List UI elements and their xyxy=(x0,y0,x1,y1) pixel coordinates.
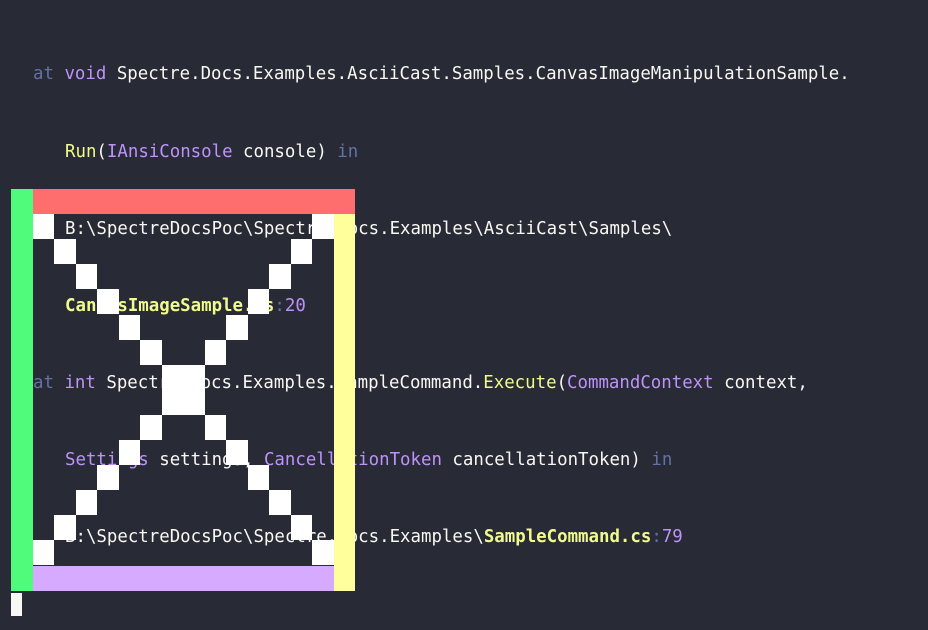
canvas-diagonal-pixel xyxy=(269,490,291,516)
canvas-diagonal-pixel xyxy=(204,414,226,440)
open-paren: ( xyxy=(556,372,568,393)
close-paren: ) xyxy=(316,141,327,162)
param-name: context, xyxy=(713,372,808,393)
canvas-diagonal-pixel xyxy=(97,465,119,491)
param-type: IAnsiConsole xyxy=(106,141,233,162)
canvas-diagonal-pixel xyxy=(54,239,76,265)
at-keyword: at xyxy=(33,64,54,85)
canvas-bottom-border xyxy=(32,565,334,591)
canvas-top-border xyxy=(32,189,355,215)
canvas-diagonal-pixel xyxy=(226,440,248,466)
canvas-diagonal-pixel xyxy=(118,440,140,466)
canvas-diagonal-pixel xyxy=(140,339,162,365)
file-name: SampleCommand.cs xyxy=(483,526,652,547)
canvas-diagonal-pixel xyxy=(312,214,334,240)
canvas-diagonal-pixel xyxy=(183,364,205,390)
canvas-diagonal-pixel xyxy=(247,465,269,491)
canvas-diagonal-pixel xyxy=(75,264,97,290)
canvas-diagonal-pixel xyxy=(290,239,312,265)
terminal-cursor xyxy=(11,593,22,616)
canvas-left-border xyxy=(11,189,33,591)
return-type: void xyxy=(64,64,107,85)
canvas-diagonal-pixel xyxy=(269,264,291,290)
canvas-diagonal-pixel xyxy=(161,364,183,390)
canvas-right-border xyxy=(333,214,355,591)
canvas-image xyxy=(11,189,356,591)
canvas-diagonal-pixel xyxy=(204,339,226,365)
canvas-diagonal-pixel xyxy=(140,414,162,440)
colon: : xyxy=(651,526,662,547)
param-name: cancellationToken) xyxy=(441,449,641,470)
canvas-diagonal-pixel xyxy=(75,490,97,516)
class-path: Spectre.Docs.Examples.AsciiCast.Samples.… xyxy=(116,64,850,85)
method-name: Run xyxy=(65,141,97,162)
canvas-diagonal-pixel xyxy=(290,515,312,541)
stack-frame-1-line-2: Run(IAnsiConsole console) in xyxy=(33,140,850,166)
canvas-diagonal-pixel xyxy=(118,314,140,340)
canvas-diagonal-pixel xyxy=(54,515,76,541)
stack-frame-1-line-1: at void Spectre.Docs.Examples.AsciiCast.… xyxy=(33,62,850,88)
open-paren: ( xyxy=(96,141,107,162)
line-number: 79 xyxy=(661,526,683,547)
param-name: console xyxy=(232,141,317,162)
canvas-diagonal-pixel xyxy=(161,389,183,415)
canvas-diagonal-pixel xyxy=(97,289,119,315)
canvas-diagonal-pixel xyxy=(226,314,248,340)
canvas-diagonal-pixel xyxy=(183,389,205,415)
param-type: CommandContext xyxy=(567,372,714,393)
canvas-diagonal-pixel xyxy=(312,540,334,566)
in-keyword: in xyxy=(337,141,359,162)
method-name: Execute xyxy=(483,372,557,393)
canvas-diagonal-pixel xyxy=(32,540,54,566)
canvas-diagonal-pixel xyxy=(247,289,269,315)
in-keyword: in xyxy=(651,449,673,470)
terminal-window: at void Spectre.Docs.Examples.AsciiCast.… xyxy=(0,0,928,630)
canvas-diagonal-pixel xyxy=(32,214,54,240)
